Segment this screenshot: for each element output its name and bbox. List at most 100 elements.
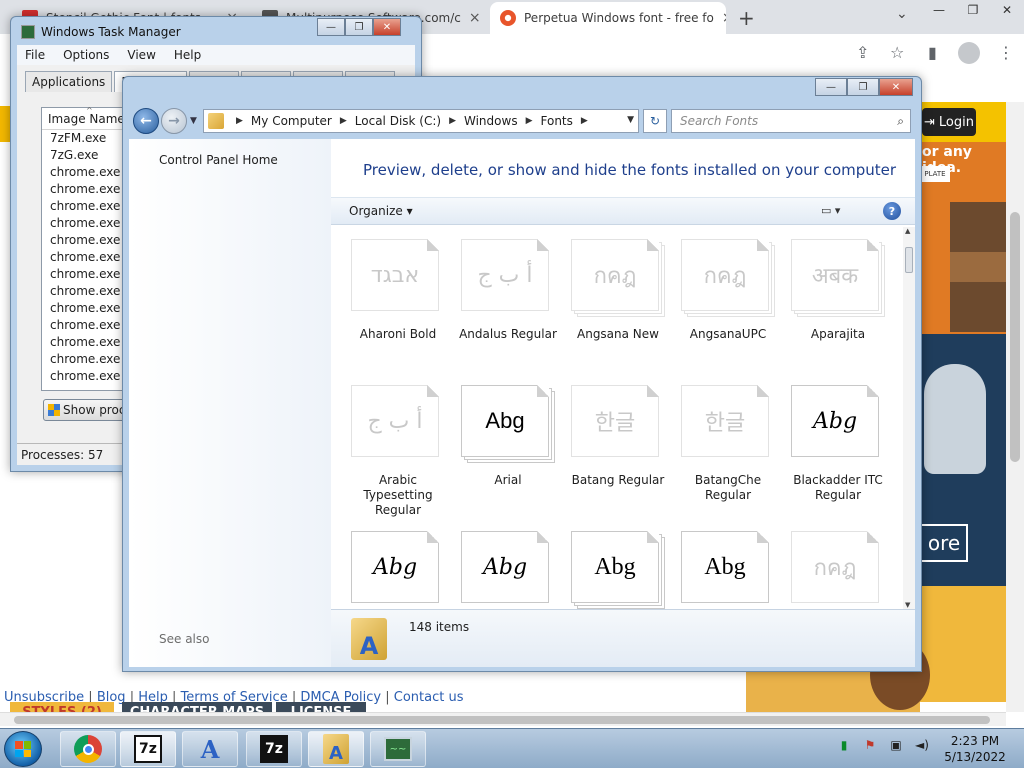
close-button[interactable]: ✕	[990, 0, 1024, 20]
process-row[interactable]: 7zFM.exe	[42, 130, 130, 147]
process-row[interactable]: chrome.exe	[42, 249, 130, 266]
show-processes-button[interactable]: Show processes from all users	[43, 399, 133, 421]
back-button[interactable]: ←	[133, 108, 159, 134]
change-view-button[interactable]: ▭ ▾	[821, 204, 840, 217]
process-row[interactable]: chrome.exe	[42, 317, 130, 334]
scroll-thumb[interactable]	[1010, 212, 1020, 462]
breadcrumb-separator-icon[interactable]: ▶	[449, 116, 456, 126]
menu-file[interactable]: File	[25, 48, 45, 62]
scroll-thumb[interactable]	[905, 247, 913, 273]
breadcrumb-windows[interactable]: Windows	[464, 114, 518, 128]
more-button[interactable]: ore	[920, 524, 968, 562]
process-row[interactable]: chrome.exe	[42, 215, 130, 232]
minimize-button[interactable]: —	[922, 0, 956, 20]
minimize-button[interactable]: —	[317, 18, 345, 36]
process-row[interactable]: chrome.exe	[42, 232, 130, 249]
breadcrumb-fonts[interactable]: Fonts	[541, 114, 573, 128]
scroll-up-icon[interactable]: ▲	[905, 227, 910, 235]
process-row[interactable]: chrome.exe	[42, 368, 130, 385]
font-item[interactable]: 한글 Batang Regular	[563, 385, 673, 488]
font-item[interactable]: กคฎ AngsanaUPC	[673, 239, 783, 342]
breadcrumb-separator-icon[interactable]: ▶	[236, 116, 243, 126]
menu-icon[interactable]: ⋮	[998, 43, 1014, 62]
star-icon[interactable]: ☆	[890, 43, 904, 62]
font-item[interactable]: AbgBook Antiqua	[563, 531, 673, 609]
tab-close-icon[interactable]: ×	[461, 10, 481, 26]
start-button[interactable]	[4, 731, 42, 767]
maximize-button[interactable]: ❐	[345, 18, 373, 36]
help-icon[interactable]: ?	[883, 202, 901, 220]
process-row[interactable]: chrome.exe	[42, 300, 130, 317]
horizontal-scrollbar[interactable]	[0, 712, 1006, 726]
font-item[interactable]: Abg Arial	[453, 385, 563, 488]
taskbar-task-manager[interactable]: ~~	[370, 731, 426, 767]
breadcrumb-my-computer[interactable]: My Computer	[251, 114, 332, 128]
vertical-scrollbar[interactable]	[1006, 102, 1024, 712]
volume-icon[interactable]: ◄)	[914, 737, 930, 753]
taskbar-font-viewer[interactable]: A	[182, 731, 238, 767]
menu-options[interactable]: Options	[63, 48, 109, 62]
font-item[interactable]: กคฎ Angsana New	[563, 239, 673, 342]
scroll-thumb[interactable]	[14, 716, 990, 724]
font-item[interactable]: AbgBlackadder ITC Std Regular	[343, 531, 453, 609]
address-dropdown-icon[interactable]: ▼	[627, 115, 634, 125]
network-icon[interactable]: ▣	[888, 737, 904, 753]
login-button[interactable]: ⇥ Login	[922, 108, 976, 136]
process-row[interactable]: chrome.exe	[42, 283, 130, 300]
breadcrumb-separator-icon[interactable]: ▶	[340, 116, 347, 126]
menu-help[interactable]: Help	[174, 48, 201, 62]
close-button[interactable]: ✕	[373, 18, 401, 36]
process-row[interactable]: chrome.exe	[42, 351, 130, 368]
font-item[interactable]: أ ب ج Arabic Typesetting Regular	[343, 385, 453, 518]
column-header-image-name[interactable]: ^ Image Name	[42, 106, 130, 130]
taskbar-7zip-g[interactable]: 7z	[246, 731, 302, 767]
search-input[interactable]: Search Fonts ⌕	[671, 109, 911, 133]
footer-link-contact[interactable]: Contact us	[394, 690, 464, 705]
font-item[interactable]: אבגד Aharoni Bold	[343, 239, 453, 342]
refresh-button[interactable]: ↻	[643, 109, 667, 133]
new-tab-button[interactable]: +	[738, 6, 755, 30]
process-row[interactable]: chrome.exe	[42, 334, 130, 351]
font-item[interactable]: กคฎBrowallia New	[783, 531, 893, 609]
flag-icon[interactable]: ⚑	[862, 737, 878, 753]
breadcrumb-separator-icon[interactable]: ▶	[526, 116, 533, 126]
address-bar[interactable]: ▶ My Computer ▶ Local Disk (C:) ▶ Window…	[203, 109, 639, 133]
side-panel-icon[interactable]: ▮	[928, 43, 937, 62]
site-ad-astronaut[interactable]: ore	[920, 334, 1008, 586]
font-item[interactable]: AbgBook Antiqua Extended Italic	[673, 531, 783, 609]
profile-icon[interactable]	[958, 42, 980, 64]
font-grid-scrollbar[interactable]: ▲ ▼	[903, 227, 915, 609]
font-item[interactable]: أ ب ج Andalus Regular	[453, 239, 563, 342]
history-dropdown-icon[interactable]: ▼	[190, 116, 197, 126]
control-panel-home-link[interactable]: Control Panel Home	[159, 153, 278, 167]
process-list[interactable]: ^ Image Name 7zFM.exe 7zG.exe chrome.exe ch…	[41, 106, 131, 391]
browser-tab-3-active[interactable]: Perpetua Windows font - free fo ×	[490, 2, 726, 34]
taskbar-7zip-fm[interactable]: 7z	[120, 731, 176, 767]
organize-button[interactable]: Organize ▾	[349, 204, 413, 218]
site-ad-banner[interactable]: or any idea. PLATE	[920, 142, 1008, 334]
maximize-button[interactable]: ❐	[956, 0, 990, 20]
maximize-button[interactable]: ❐	[847, 78, 879, 96]
process-row[interactable]: chrome.exe	[42, 164, 130, 181]
network-status-icon[interactable]: ▮	[836, 737, 852, 753]
font-item[interactable]: AbgBlackadder ITC TT Regular	[453, 531, 563, 609]
tab-close-icon[interactable]: ×	[714, 10, 726, 26]
tab-applications[interactable]: Applications	[25, 71, 113, 92]
process-row[interactable]: chrome.exe	[42, 198, 130, 215]
menu-view[interactable]: View	[127, 48, 155, 62]
minimize-button[interactable]: —	[815, 78, 847, 96]
breadcrumb-separator-icon[interactable]: ▶	[581, 116, 588, 126]
search-icon[interactable]: ⌕	[897, 114, 904, 129]
font-item[interactable]: Abg Blackadder ITC Regular	[783, 385, 893, 503]
clock[interactable]: 2:23 PM 5/13/2022	[940, 733, 1010, 765]
share-icon[interactable]: ⇪	[856, 43, 869, 62]
breadcrumb-local-disk[interactable]: Local Disk (C:)	[355, 114, 441, 128]
font-item[interactable]: 한글 BatangChe Regular	[673, 385, 783, 503]
process-row[interactable]: chrome.exe	[42, 266, 130, 283]
close-button[interactable]: ✕	[879, 78, 913, 96]
taskbar-chrome[interactable]	[60, 731, 116, 767]
process-row[interactable]: chrome.exe	[42, 181, 130, 198]
process-row[interactable]: 7zG.exe	[42, 147, 130, 164]
scroll-down-icon[interactable]: ▼	[905, 601, 910, 609]
taskbar-fonts-folder[interactable]: A	[308, 731, 364, 767]
